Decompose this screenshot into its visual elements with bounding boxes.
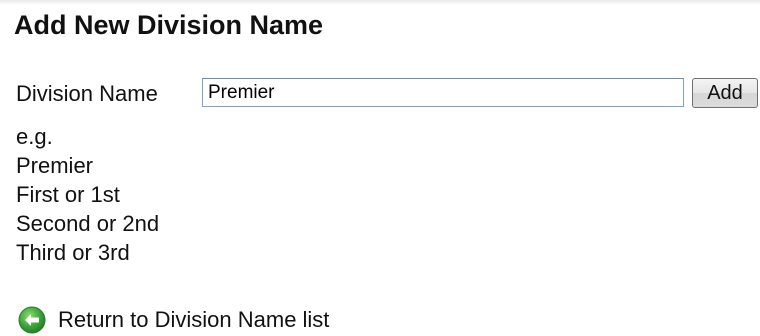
return-link-label: Return to Division Name list: [58, 307, 330, 332]
add-button[interactable]: Add: [692, 78, 758, 108]
division-name-label: Division Name: [16, 81, 158, 106]
examples-list: e.g. Premier First or 1st Second or 2nd …: [16, 122, 159, 267]
page-title: Add New Division Name: [14, 10, 324, 40]
example-item: Premier: [16, 153, 94, 178]
division-name-input[interactable]: [202, 78, 684, 107]
return-to-list-link[interactable]: Return to Division Name list: [18, 306, 329, 334]
example-item: First or 1st: [16, 182, 120, 207]
top-shade: [0, 0, 760, 5]
examples-heading: e.g.: [16, 124, 53, 149]
page: Add New Division Name Division Name Add …: [0, 0, 760, 336]
example-item: Second or 2nd: [16, 211, 160, 236]
division-name-form: Division Name Add: [16, 78, 760, 110]
example-item: Third or 3rd: [16, 240, 130, 265]
back-arrow-icon[interactable]: [18, 306, 46, 334]
